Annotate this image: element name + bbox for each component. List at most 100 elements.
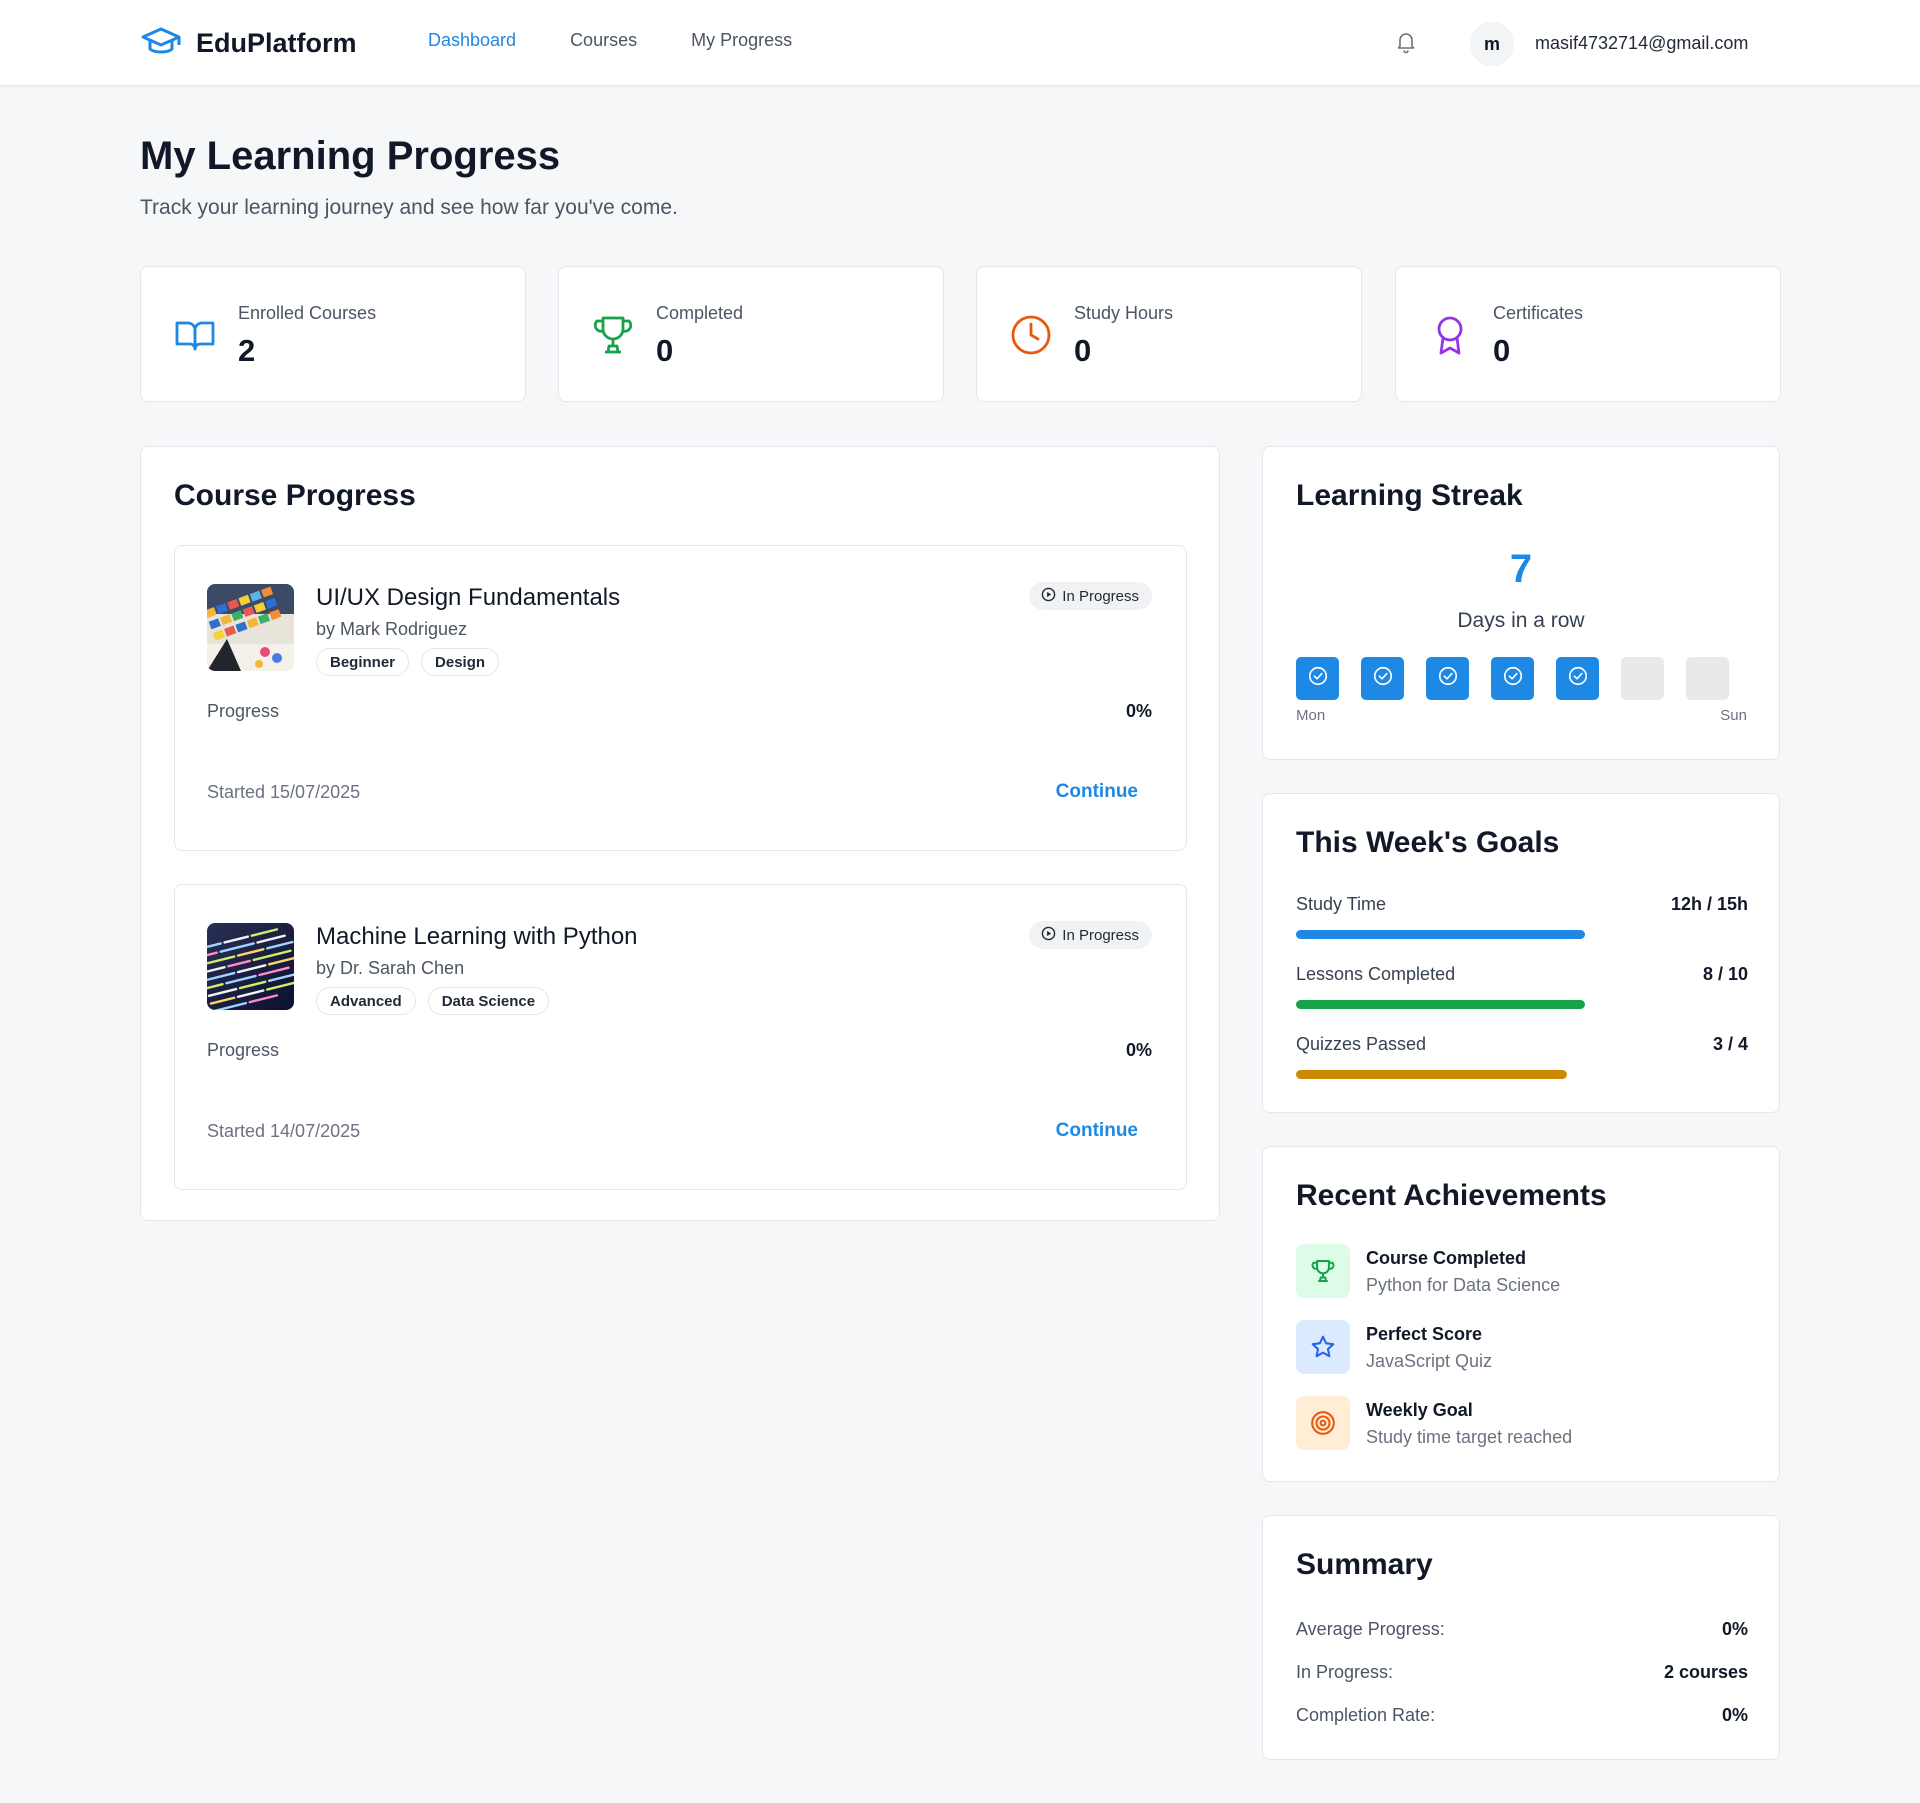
- streak-day-active: [1426, 657, 1469, 700]
- day-label-end: Sun: [1720, 707, 1747, 724]
- course-tags: Beginner Design: [316, 648, 500, 676]
- goal-progress-bar: [1296, 1000, 1657, 1009]
- main-nav: Dashboard Courses My Progress: [428, 30, 792, 51]
- nav-courses[interactable]: Courses: [570, 30, 637, 51]
- achievement-subtitle: Python for Data Science: [1366, 1275, 1561, 1295]
- nav-dashboard[interactable]: Dashboard: [428, 30, 516, 51]
- course-thumbnail: [207, 584, 294, 671]
- course-card: UI/UX Design Fundamentals by Mark Rodrig…: [174, 545, 1187, 851]
- started-date: Started 15/07/2025: [207, 782, 361, 802]
- achievement-item: Perfect Score JavaScript Quiz: [1296, 1320, 1716, 1376]
- weekly-goals-panel: This Week's Goals Study Time 12h / 15h Les…: [1262, 793, 1780, 1113]
- stat-label: Study Hours: [1074, 303, 1174, 323]
- trophy-icon: [591, 313, 635, 357]
- summary-value: 0%: [1721, 1619, 1748, 1639]
- course-tags: Advanced Data Science: [316, 987, 550, 1015]
- achievement-title: Course Completed: [1366, 1248, 1527, 1268]
- achievement-item: Weekly Goal Study time target reached: [1296, 1396, 1716, 1452]
- avatar[interactable]: m: [1470, 22, 1514, 66]
- streak-count: 7: [1509, 547, 1533, 591]
- goal-value: 3 / 4: [1712, 1034, 1748, 1054]
- tag-level: Beginner: [316, 648, 410, 676]
- trophy-icon: [1296, 1244, 1350, 1298]
- streak-day-active: [1556, 657, 1599, 700]
- achievement-title: Perfect Score: [1366, 1324, 1483, 1344]
- stat-value: 0: [1074, 333, 1092, 368]
- progress-label: Progress: [207, 701, 280, 721]
- status-badge: In Progress: [1029, 582, 1152, 610]
- day-label-start: Mon: [1296, 707, 1326, 724]
- check-circle-icon: [1372, 665, 1394, 692]
- stat-card-certificates: Certificates 0: [1395, 266, 1781, 402]
- check-circle-icon: [1567, 665, 1589, 692]
- page-subtitle: Track your learning journey and see how …: [140, 196, 678, 219]
- stat-label: Completed: [656, 303, 744, 323]
- tag-category: Design: [421, 648, 500, 676]
- course-author: by Dr. Sarah Chen: [316, 958, 465, 978]
- stat-card-completed: Completed 0: [558, 266, 944, 402]
- star-icon: [1296, 1320, 1350, 1374]
- bell-icon[interactable]: [1394, 30, 1418, 54]
- status-label: In Progress: [1062, 926, 1139, 944]
- streak-day-inactive: [1686, 657, 1729, 700]
- streak-label: Days in a row: [1457, 609, 1585, 632]
- status-label: In Progress: [1062, 587, 1139, 605]
- course-thumbnail: [207, 923, 294, 1010]
- progress-label: Progress: [207, 1040, 280, 1060]
- play-circle-icon: [1041, 926, 1056, 945]
- panel-title: Course Progress: [174, 479, 416, 512]
- started-date: Started 14/07/2025: [207, 1121, 361, 1141]
- summary-label: Average Progress:: [1296, 1619, 1445, 1639]
- book-open-icon: [173, 313, 217, 357]
- course-card: Machine Learning with Python by Dr. Sara…: [174, 884, 1187, 1190]
- panel-title: Recent Achievements: [1296, 1179, 1607, 1212]
- page-title: My Learning Progress: [140, 134, 561, 178]
- panel-title: Learning Streak: [1296, 479, 1523, 512]
- summary-panel: Summary Average Progress: 0% In Progress…: [1262, 1515, 1780, 1760]
- goal-value: 12h / 15h: [1670, 894, 1748, 914]
- check-circle-icon: [1437, 665, 1459, 692]
- summary-label: In Progress:: [1296, 1662, 1394, 1682]
- brand-name: EduPlatform: [196, 27, 357, 58]
- course-progress-panel: Course Progress UI/UX Design Fundamental…: [140, 446, 1220, 1221]
- continue-button[interactable]: Continue: [1056, 1120, 1138, 1142]
- nav-my-progress[interactable]: My Progress: [691, 30, 792, 51]
- stat-value: 2: [238, 333, 256, 368]
- stat-label: Enrolled Courses: [238, 303, 377, 323]
- stat-label: Certificates: [1493, 303, 1584, 323]
- goal-progress-bar: [1296, 1070, 1657, 1079]
- graduation-cap-icon: [140, 26, 182, 61]
- goal-progress-bar: [1296, 930, 1657, 939]
- stat-card-enrolled: Enrolled Courses 2: [140, 266, 526, 402]
- check-circle-icon: [1307, 665, 1329, 692]
- goal-value: 8 / 10: [1702, 964, 1748, 984]
- goal-progress-fill: [1296, 1070, 1567, 1079]
- status-badge: In Progress: [1029, 921, 1152, 949]
- achievement-item: Course Completed Python for Data Science: [1296, 1244, 1716, 1300]
- streak-day-active: [1491, 657, 1534, 700]
- clock-icon: [1009, 313, 1053, 357]
- continue-button[interactable]: Continue: [1056, 781, 1138, 803]
- achievement-subtitle: JavaScript Quiz: [1366, 1351, 1493, 1371]
- course-title[interactable]: UI/UX Design Fundamentals: [316, 584, 620, 612]
- learning-streak-panel: Learning Streak 7 Days in a row Mon Sun: [1262, 446, 1780, 760]
- check-circle-icon: [1502, 665, 1524, 692]
- course-author: by Mark Rodriguez: [316, 619, 468, 639]
- streak-days: [1296, 657, 1729, 700]
- achievement-title: Weekly Goal: [1366, 1400, 1473, 1420]
- goal-label: Lessons Completed: [1296, 964, 1456, 984]
- goal-progress-fill: [1296, 1000, 1585, 1009]
- top-navbar: EduPlatform Dashboard Courses My Progres…: [0, 0, 1920, 86]
- brand[interactable]: EduPlatform: [140, 22, 357, 64]
- tag-level: Advanced: [316, 987, 416, 1015]
- summary-value: 2 courses: [1663, 1662, 1748, 1682]
- streak-day-active: [1296, 657, 1339, 700]
- streak-day-inactive: [1621, 657, 1664, 700]
- course-title[interactable]: Machine Learning with Python: [316, 923, 638, 951]
- summary-value: 0%: [1721, 1705, 1748, 1725]
- user-email[interactable]: masif4732714@gmail.com: [1535, 33, 1748, 54]
- play-circle-icon: [1041, 587, 1056, 606]
- stat-value: 0: [656, 333, 674, 368]
- tag-category: Data Science: [427, 987, 550, 1015]
- target-icon: [1296, 1396, 1350, 1450]
